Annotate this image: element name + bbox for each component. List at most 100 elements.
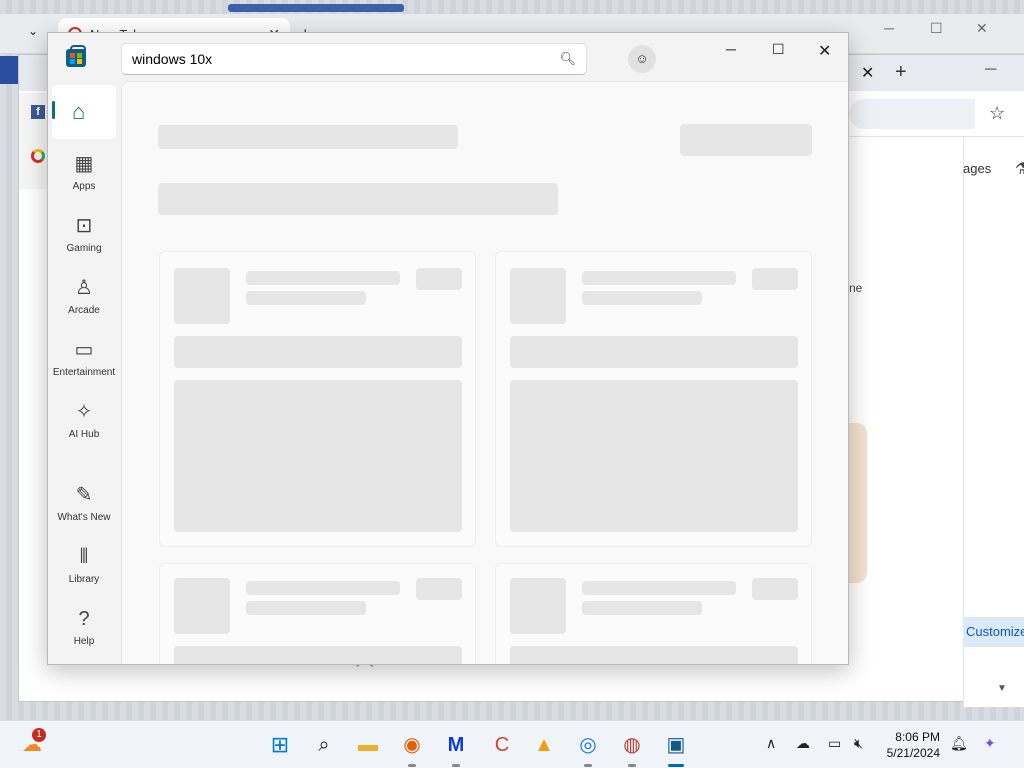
search-box[interactable]: 🔍︎: [121, 43, 587, 75]
skeleton-image: [510, 380, 798, 532]
skeleton-card: [495, 563, 812, 664]
search-input[interactable]: [132, 51, 552, 67]
nav-ai-hub[interactable]: ✧ AI Hub: [52, 401, 116, 440]
account-avatar-icon[interactable]: ☺: [628, 45, 656, 73]
skeleton-line: [582, 581, 736, 595]
vlc-icon[interactable]: ▲: [530, 731, 558, 759]
time-text: 8:06 PM: [895, 730, 940, 744]
nav-label: Library: [68, 574, 100, 585]
megaphone-icon: ✎: [75, 484, 93, 506]
start-windows-icon[interactable]: ⊞: [266, 731, 294, 759]
side-panel-text: ages: [963, 161, 992, 176]
nav-entertainment[interactable]: ▭ Entertainment: [52, 339, 116, 378]
selection-indicator: [52, 101, 55, 119]
skeleton-line: [582, 601, 702, 615]
chevron-up-icon[interactable]: ∧: [766, 735, 776, 752]
search-icon[interactable]: ⌕: [310, 731, 338, 759]
nav-label: AI Hub: [68, 429, 100, 440]
skeleton-image: [174, 380, 462, 532]
skeleton-badge: [416, 268, 462, 290]
taskbar: ☁ ⊞ ⌕ ▬ ◉ M C ▲ ◎ ◍ ▣ ∧ ☁ ▭ 🔇︎ 8:06 PM 5…: [0, 720, 1024, 768]
nav-apps[interactable]: ▦ Apps: [52, 153, 116, 192]
skeleton-thumb: [174, 578, 230, 634]
ccleaner-icon[interactable]: C: [488, 731, 516, 759]
microsoft-store-window: 🔍︎ ☺ ─ ☐ ✕ ⌂ ▦ Apps ⊡ Gaming ♙ Arcade ▭ …: [47, 32, 849, 665]
skeleton-thumb: [174, 268, 230, 324]
minimize-icon[interactable]: ─: [985, 61, 996, 79]
search-icon[interactable]: 🔍︎: [559, 51, 576, 67]
nav-arcade[interactable]: ♙ Arcade: [52, 277, 116, 316]
app-icon[interactable]: ◍: [618, 731, 646, 767]
skeleton-line: [246, 271, 400, 285]
skeleton-badge: [752, 578, 798, 600]
notification-bell-icon[interactable]: 🔔︎: [950, 735, 968, 752]
sparkle-icon: ✧: [75, 401, 93, 423]
nav-help[interactable]: ? Help: [52, 608, 116, 647]
display-icon[interactable]: ▭: [828, 735, 841, 752]
background-window-edge: [0, 56, 18, 84]
peach-card-edge: [849, 423, 867, 583]
bookmark-star-icon[interactable]: ☆: [989, 103, 1005, 124]
minimize-icon[interactable]: ─: [726, 41, 736, 57]
skeleton-line: [246, 601, 366, 615]
home-icon: ⌂: [72, 99, 86, 124]
customize-button[interactable]: Customize: [963, 617, 1024, 647]
gamepad-icon: ⊡: [75, 215, 93, 237]
apps-icon: ▦: [74, 153, 94, 175]
chrome-icon[interactable]: [31, 149, 45, 163]
minimize-icon[interactable]: ─: [884, 20, 894, 36]
maximize-icon[interactable]: ☐: [930, 20, 943, 37]
skeleton-title: [158, 125, 458, 149]
nav-home[interactable]: ⌂: [52, 85, 116, 139]
skeleton-card: [159, 563, 476, 664]
nav-label: Entertainment: [52, 367, 116, 378]
skeleton-line: [246, 581, 400, 595]
help-icon: ?: [78, 608, 90, 630]
flask-icon[interactable]: ⚗: [1015, 159, 1024, 179]
new-tab-button[interactable]: +: [895, 61, 907, 84]
microsoft-store-icon[interactable]: ▣: [662, 731, 690, 767]
store-logo-icon: [66, 45, 86, 67]
skeleton-thumb: [510, 268, 566, 324]
nav-gaming[interactable]: ⊡ Gaming: [52, 215, 116, 254]
tab-search-chevron-icon[interactable]: ⌄: [28, 24, 38, 38]
tab-close-icon[interactable]: ✕: [861, 63, 874, 83]
date-text: 5/21/2024: [886, 746, 940, 760]
skeleton-card: [495, 251, 812, 547]
joystick-icon: ♙: [75, 277, 93, 299]
firefox-icon[interactable]: ◉: [398, 731, 426, 767]
chrome-icon[interactable]: ◎: [574, 731, 602, 767]
nav-whats-new[interactable]: ✎ What's New: [52, 484, 116, 523]
volume-muted-icon[interactable]: 🔇︎: [854, 735, 863, 752]
partial-text: ne: [849, 281, 863, 295]
skeleton-button: [680, 124, 812, 156]
notification-badge: 1: [32, 728, 46, 742]
nav-label: Help: [73, 636, 95, 647]
background-window-strip: [228, 4, 404, 12]
close-icon[interactable]: ✕: [818, 41, 831, 61]
store-sidebar: ⌂ ▦ Apps ⊡ Gaming ♙ Arcade ▭ Entertainme…: [48, 81, 120, 664]
library-icon: ⫴: [79, 546, 89, 568]
file-explorer-icon[interactable]: ▬: [354, 731, 382, 759]
maximize-icon[interactable]: ☐: [772, 41, 785, 58]
skeleton-bar: [174, 646, 462, 664]
scroll-down-icon[interactable]: ▼: [997, 683, 1007, 694]
close-icon[interactable]: ✕: [976, 20, 988, 37]
nav-library[interactable]: ⫴ Library: [52, 546, 116, 585]
skeleton-line: [582, 291, 702, 305]
skeleton-line: [246, 291, 366, 305]
copilot-icon[interactable]: ✦: [984, 735, 996, 752]
nav-label: Gaming: [66, 243, 102, 254]
malwarebytes-icon[interactable]: M: [442, 731, 470, 767]
nav-label: Arcade: [68, 305, 100, 316]
nav-label: Apps: [72, 181, 96, 192]
onedrive-off-icon[interactable]: ☁: [796, 735, 810, 752]
skeleton-line: [582, 271, 736, 285]
facebook-icon[interactable]: f: [31, 105, 45, 119]
skeleton-subtitle: [158, 183, 558, 215]
clock[interactable]: 8:06 PM 5/21/2024: [880, 729, 940, 761]
loading-content-area: [121, 81, 848, 664]
skeleton-thumb: [510, 578, 566, 634]
skeleton-bar: [510, 336, 798, 368]
address-bar[interactable]: [849, 99, 975, 129]
